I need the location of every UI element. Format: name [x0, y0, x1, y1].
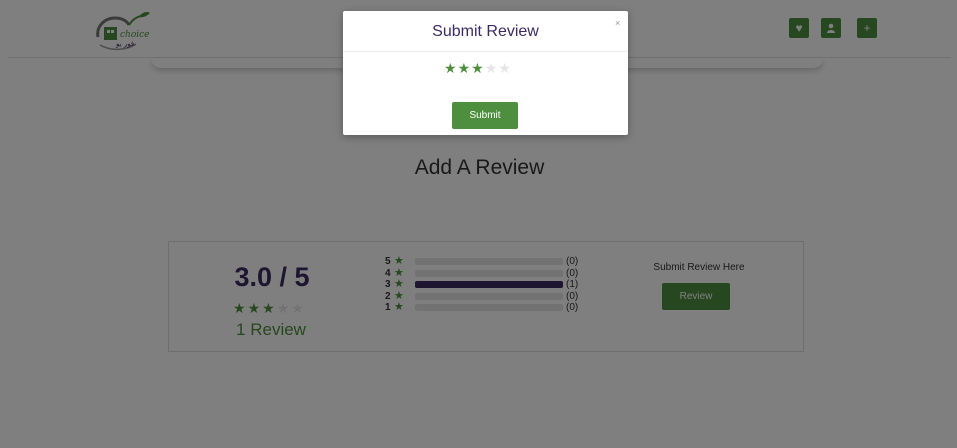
modal-header: Submit Review ×	[343, 11, 628, 52]
submit-button[interactable]: Submit	[452, 102, 518, 129]
star-icon[interactable]: ★	[458, 60, 472, 76]
star-rating-input[interactable]: ★★★★★	[444, 60, 512, 77]
close-icon[interactable]: ×	[615, 18, 620, 28]
submit-review-modal: Submit Review × ★★★★★ Submit	[343, 11, 628, 135]
star-icon[interactable]: ★	[498, 60, 512, 76]
star-icon[interactable]: ★	[471, 60, 485, 76]
star-icon[interactable]: ★	[444, 60, 458, 76]
star-icon[interactable]: ★	[485, 60, 499, 76]
modal-title: Submit Review	[432, 23, 539, 40]
